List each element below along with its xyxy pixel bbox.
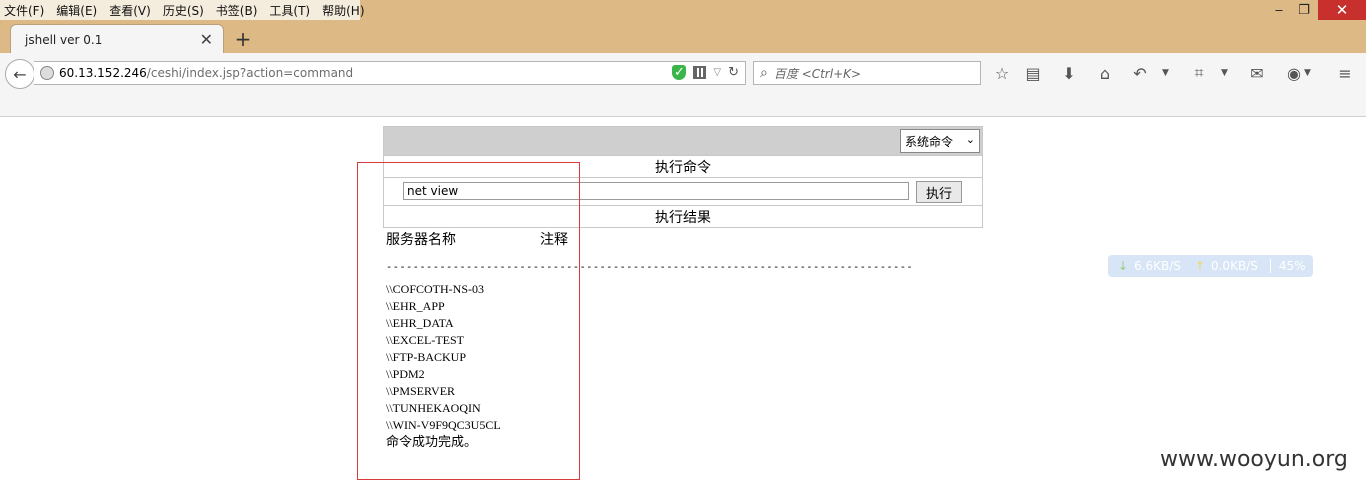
network-speed-widget: ↓ 6.6KB/S ↑ 0.0KB/S 45% [1108,255,1313,277]
menu-edit[interactable]: 编辑(E) [56,2,97,19]
new-tab-button[interactable]: + [232,27,254,51]
address-bar[interactable]: 60.13.152.246/ceshi/index.jsp?action=com… [34,61,746,85]
maximize-button[interactable]: ❐ [1292,0,1316,20]
globe-icon [40,66,54,80]
addon-dropdown-icon[interactable]: ▼ [1304,63,1314,83]
chat-icon[interactable]: ✉ [1246,63,1268,83]
addon-icon[interactable]: ◉ [1283,63,1305,83]
crop-dropdown-icon[interactable]: ▼ [1221,63,1231,83]
url-path: /ceshi/index.jsp?action=command [146,66,354,80]
menu-help[interactable]: 帮助(H) [322,2,364,19]
search-input[interactable]: ⌕ 百度 <Ctrl+K> [753,61,981,85]
back-arrow-icon: ← [13,64,27,84]
reading-list-icon[interactable]: ▤ [1022,63,1044,83]
reload-icon[interactable]: ↻ [728,65,739,80]
execute-button[interactable]: 执行 [916,181,962,203]
tab-close-icon[interactable]: ✕ [200,31,213,48]
download-speed: 6.6KB/S [1134,259,1181,273]
highlight-box [357,162,580,480]
upload-speed: 0.0KB/S [1210,259,1258,273]
tab-title: jshell ver 0.1 [25,32,103,47]
command-type-select[interactable]: 系统命令 ⌄ [900,129,980,153]
menu-file[interactable]: 文件(F) [4,2,44,19]
undo-icon[interactable]: ↶ [1129,63,1151,83]
back-button[interactable]: ← [5,59,35,89]
dropdown-arrow-icon[interactable]: ▽ [713,67,721,78]
undo-dropdown-icon[interactable]: ▼ [1162,63,1172,83]
shell-header-row: 系统命令 ⌄ [384,127,982,155]
menu-history[interactable]: 历史(S) [163,2,204,19]
chevron-down-icon: ⌄ [965,133,975,146]
menu-bookmarks[interactable]: 书签(B) [216,2,258,19]
usage-percent: 45% [1269,259,1306,273]
command-type-value: 系统命令 [905,134,954,149]
close-window-button[interactable]: ✕ [1318,0,1366,20]
bookmarks-bar [0,93,1366,117]
download-arrow-icon: ↓ [1118,259,1129,273]
search-icon: ⌕ [760,65,768,81]
menu-view[interactable]: 查看(V) [109,2,151,19]
menu-bar: 文件(F) 编辑(E) 查看(V) 历史(S) 书签(B) 工具(T) 帮助(H… [0,0,365,20]
url-host: 60.13.152.246 [59,66,147,80]
shield-icon[interactable]: ✓ [672,65,687,80]
upload-arrow-icon: ↑ [1194,259,1205,273]
qr-code-icon[interactable] [693,66,707,79]
minimize-button[interactable]: ‒ [1266,0,1292,20]
search-placeholder: 百度 <Ctrl+K> [773,66,862,81]
menu-tools[interactable]: 工具(T) [269,2,310,19]
tab-jshell[interactable]: jshell ver 0.1 ✕ [10,24,224,54]
download-icon[interactable]: ⬇ [1058,63,1080,83]
crop-icon[interactable]: ⌗ [1188,63,1210,83]
menu-icon[interactable]: ≡ [1334,63,1356,83]
star-icon[interactable]: ☆ [991,63,1013,83]
watermark: www.wooyun.org [1160,447,1348,472]
home-icon[interactable]: ⌂ [1094,63,1116,83]
